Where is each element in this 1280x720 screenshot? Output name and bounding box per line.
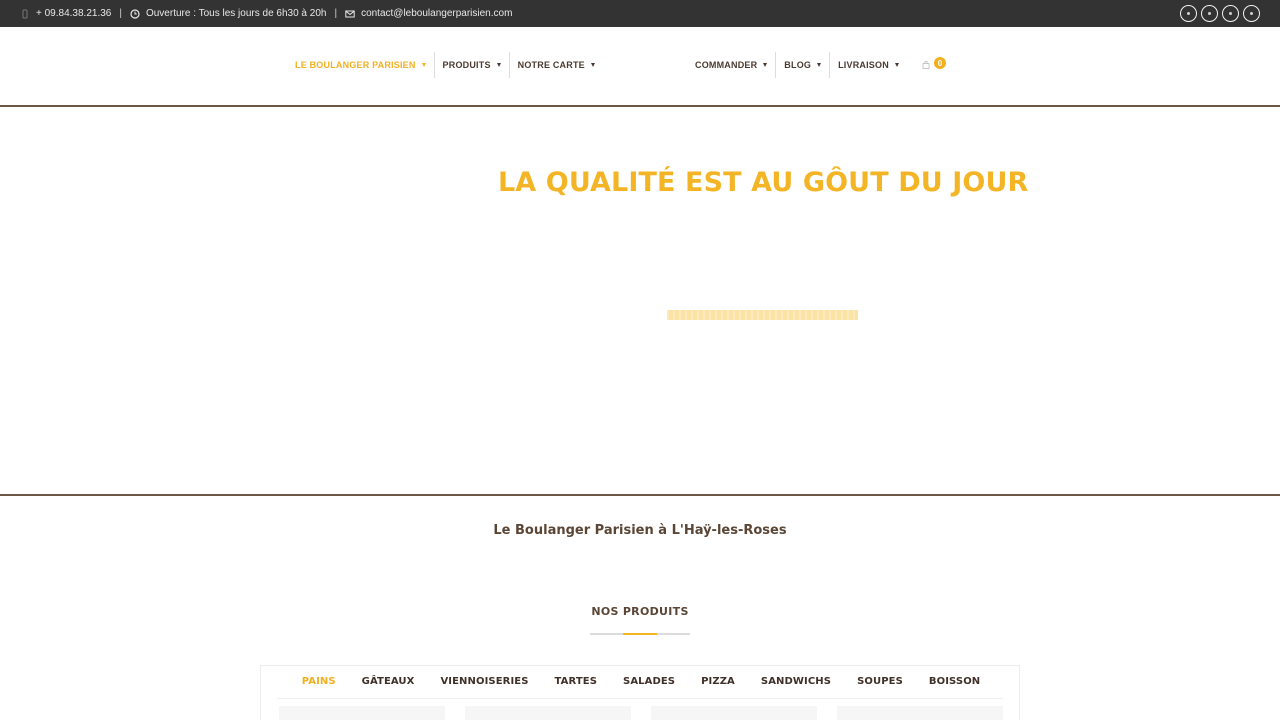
email-item[interactable]: contact@leboulangerparisien.com: [345, 8, 512, 19]
cart-button[interactable]: 0: [920, 57, 950, 77]
intro-heading: Le Boulanger Parisien à L'Haÿ-les-Roses: [493, 523, 787, 538]
opening-hours: Ouverture : Tous les jours de 6h30 à 20h: [145, 8, 327, 19]
nav-item-commander[interactable]: COMMANDER: [687, 52, 775, 78]
tab-pizza[interactable]: PIZZA: [688, 676, 748, 687]
tab-boisson[interactable]: BOISSON: [916, 676, 993, 687]
nav-item-label: PRODUITS: [442, 60, 491, 70]
nav-item-livraison[interactable]: LIVRAISON: [829, 52, 907, 78]
product-card[interactable]: [651, 706, 817, 720]
separator: |: [119, 8, 122, 19]
hours-item: Ouverture : Tous les jours de 6h30 à 20h: [130, 8, 326, 19]
hero-title: LA QUALITÉ EST AU GÔUT DU JOUR: [498, 167, 1029, 198]
caret-down-icon: [763, 63, 768, 67]
main-navigation: LE BOULANGER PARISIEN PRODUITS NOTRE CAR…: [0, 27, 1280, 107]
google-icon[interactable]: [1222, 5, 1239, 22]
tab-viennoiseries[interactable]: VIENNOISERIES: [427, 676, 541, 687]
product-tabs-panel: PAINS GÂTEAUX VIENNOISERIES TARTES SALAD…: [260, 665, 1020, 720]
nav-item-le-boulanger-parisien[interactable]: LE BOULANGER PARISIEN: [287, 52, 434, 78]
caret-down-icon: [590, 63, 595, 67]
products-section-title: NOS PRODUITS: [591, 605, 689, 618]
product-card[interactable]: [837, 706, 1003, 720]
tab-soupes[interactable]: SOUPES: [844, 676, 916, 687]
product-category-tabs: PAINS GÂTEAUX VIENNOISERIES TARTES SALAD…: [261, 676, 1021, 687]
email-address: contact@leboulangerparisien.com: [361, 8, 513, 19]
nav-item-label: BLOG: [784, 60, 812, 70]
tab-gateaux[interactable]: GÂTEAUX: [349, 676, 428, 687]
separator: |: [334, 8, 338, 19]
caret-down-icon: [894, 63, 899, 67]
hero-banner: LA QUALITÉ EST AU GÔUT DU JOUR: [0, 107, 1280, 496]
nav-item-blog[interactable]: BLOG: [775, 52, 829, 78]
tabs-divider: [277, 698, 1003, 699]
phone-number: + 09.84.38.21.36: [36, 8, 112, 19]
product-cards: [279, 706, 1003, 720]
shopping-bag-icon: [922, 61, 930, 69]
title-underline: [590, 633, 690, 635]
social-links: [1180, 5, 1260, 22]
top-info-bar: + 09.84.38.21.36 | Ouverture : Tous les …: [0, 0, 1280, 27]
nav-item-label: LE BOULANGER PARISIEN: [295, 60, 416, 70]
envelope-icon: [345, 10, 355, 17]
nav-item-label: COMMANDER: [695, 60, 758, 70]
instagram-icon[interactable]: [1201, 5, 1218, 22]
nav-item-label: NOTRE CARTE: [517, 60, 585, 70]
hero-loading-bar: [667, 310, 858, 320]
clock-icon: [130, 8, 140, 19]
contact-info: + 09.84.38.21.36 | Ouverture : Tous les …: [20, 0, 512, 27]
tripadvisor-icon[interactable]: [1243, 5, 1260, 22]
tab-pains[interactable]: PAINS: [289, 676, 349, 687]
product-card[interactable]: [465, 706, 631, 720]
nav-item-produits[interactable]: PRODUITS: [433, 52, 509, 78]
tab-sandwichs[interactable]: SANDWICHS: [748, 676, 844, 687]
nav-item-label: LIVRAISON: [838, 60, 889, 70]
product-card[interactable]: [279, 706, 445, 720]
nav-menu-left: LE BOULANGER PARISIEN PRODUITS NOTRE CAR…: [287, 52, 603, 78]
phone-icon: [22, 9, 28, 18]
caret-down-icon: [817, 63, 822, 67]
tab-salades[interactable]: SALADES: [610, 676, 688, 687]
tab-tartes[interactable]: TARTES: [542, 676, 611, 687]
caret-down-icon: [496, 63, 501, 67]
cart-count-badge: 0: [934, 57, 946, 69]
facebook-icon[interactable]: [1180, 5, 1197, 22]
caret-down-icon: [421, 63, 426, 67]
nav-item-notre-carte[interactable]: NOTRE CARTE: [508, 52, 603, 78]
title-underline-accent: [623, 633, 657, 635]
nav-menu-right: COMMANDER BLOG LIVRAISON: [687, 52, 907, 78]
phone-item[interactable]: + 09.84.38.21.36: [20, 8, 111, 19]
